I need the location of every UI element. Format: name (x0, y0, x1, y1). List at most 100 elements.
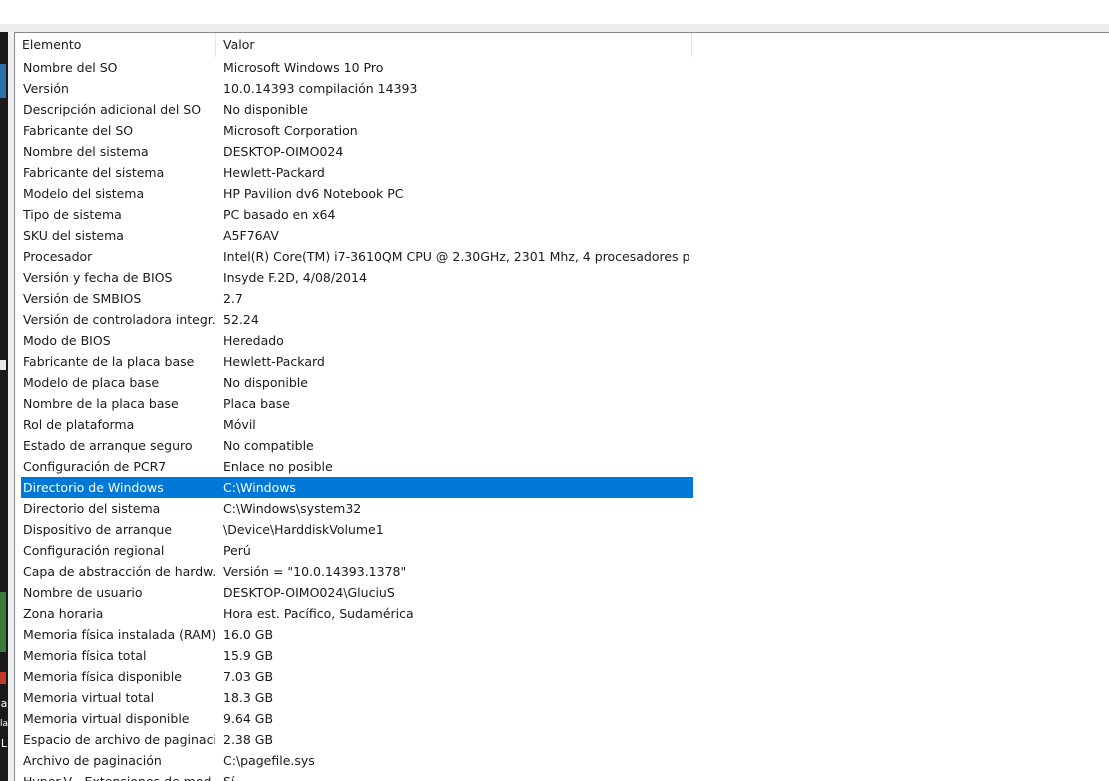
list-row[interactable]: Fabricante del SO Microsoft Corporation (21, 120, 693, 141)
list-row[interactable]: Fabricante del sistema Hewlett-Packard (21, 162, 693, 183)
cell-elemento: Versión y fecha de BIOS (23, 270, 173, 285)
cell-elemento: Fabricante del SO (23, 123, 134, 138)
cell-valor: Microsoft Corporation (223, 123, 358, 138)
column-header-valor[interactable]: Valor (216, 33, 692, 57)
list-row[interactable]: Versión 10.0.14393 compilación 14393 (21, 78, 693, 99)
column-header-elemento[interactable]: Elemento (15, 33, 216, 57)
list-row[interactable]: Versión y fecha de BIOS Insyde F.2D, 4/08… (21, 267, 693, 288)
cell-elemento: Versión de SMBIOS (23, 291, 142, 306)
cell-valor: Hora est. Pacífico, Sudamérica (223, 606, 414, 621)
cell-valor: No compatible (223, 438, 314, 453)
list-row[interactable]: Memoria física instalada (RAM) 16.0 GB (21, 624, 693, 645)
cell-elemento: Procesador (23, 249, 93, 264)
cell-elemento: Nombre del sistema (23, 144, 149, 159)
list-row[interactable]: Capa de abstracción de hardw... Versión =… (21, 561, 693, 582)
cell-valor: DESKTOP-OIMO024 (223, 144, 344, 159)
list-row[interactable]: Archivo de paginación C:\pagefile.sys (21, 750, 693, 771)
cell-elemento: Modelo del sistema (23, 186, 145, 201)
edge-light-bar (0, 360, 6, 370)
cell-valor: 9.64 GB (223, 711, 274, 726)
cell-elemento: Espacio de archivo de paginaci... (23, 732, 215, 747)
list-row[interactable]: Nombre de la placa base Placa base (21, 393, 693, 414)
list-row[interactable]: Nombre del sistema DESKTOP-OIMO024 (21, 141, 693, 162)
edge-glyph-l: L (0, 737, 8, 750)
list-row[interactable]: Memoria física disponible 7.03 GB (21, 666, 693, 687)
cell-valor: Móvil (223, 417, 256, 432)
cell-valor: \Device\HarddiskVolume1 (223, 522, 384, 537)
list-row[interactable]: Fabricante de la placa base Hewlett-Packa… (21, 351, 693, 372)
list-row[interactable]: Nombre de usuario DESKTOP-OIMO024\GluciuS (21, 582, 693, 603)
list-row[interactable]: SKU del sistema A5F76AV (21, 225, 693, 246)
list-row[interactable]: Modelo de placa base No disponible (21, 372, 693, 393)
cell-valor: Insyde F.2D, 4/08/2014 (223, 270, 367, 285)
cell-elemento: Fabricante de la placa base (23, 354, 195, 369)
cell-elemento: Hyper-V - Extensiones de mod... (23, 771, 215, 781)
cell-valor: 2.7 (223, 291, 243, 306)
list-row[interactable]: Configuración de PCR7 Enlace no posible (21, 456, 693, 477)
cell-elemento: Memoria física total (23, 648, 147, 663)
edge-glyph-a: a (0, 697, 8, 710)
list-row[interactable]: Modo de BIOS Heredado (21, 330, 693, 351)
edge-blue-strip (0, 64, 6, 98)
list-row[interactable]: Estado de arranque seguro No compatible (21, 435, 693, 456)
list-row[interactable]: Hyper-V - Extensiones de mod... Sí (21, 771, 693, 781)
list-row-selected[interactable]: Directorio de Windows C:\Windows (21, 477, 693, 498)
list-row[interactable]: Memoria virtual total 18.3 GB (21, 687, 693, 708)
list-row[interactable]: Versión de controladora integr... 52.24 (21, 309, 693, 330)
cell-elemento: Nombre de usuario (23, 585, 143, 600)
cell-elemento: Fabricante del sistema (23, 165, 165, 180)
cell-elemento: Descripción adicional del SO (23, 102, 202, 117)
cell-elemento: Dispositivo de arranque (23, 522, 173, 537)
list-row[interactable]: Tipo de sistema PC basado en x64 (21, 204, 693, 225)
cell-elemento: Versión (23, 81, 69, 96)
window-top-area (0, 0, 1109, 24)
list-header: Elemento Valor (15, 33, 692, 57)
list-row[interactable]: Zona horaria Hora est. Pacífico, Sudaméri… (21, 603, 693, 624)
cell-valor: 7.03 GB (223, 669, 274, 684)
list-row[interactable]: Nombre del SO Microsoft Windows 10 Pro (21, 57, 693, 78)
cell-valor: 16.0 GB (223, 627, 274, 642)
cell-elemento: Configuración regional (23, 543, 165, 558)
cell-valor: C:\Windows\system32 (223, 501, 362, 516)
cell-elemento: Rol de plataforma (23, 417, 135, 432)
list-row[interactable]: Modelo del sistema HP Pavilion dv6 Notebo… (21, 183, 693, 204)
cell-elemento: Capa de abstracción de hardw... (23, 564, 215, 579)
background-window-edge: a la L (0, 32, 8, 781)
list-row[interactable]: Versión de SMBIOS 2.7 (21, 288, 693, 309)
cell-valor: Sí (223, 771, 689, 781)
cell-valor: 2.38 GB (223, 732, 274, 747)
cell-valor: No disponible (223, 375, 308, 390)
list-row[interactable]: Rol de plataforma Móvil (21, 414, 693, 435)
cell-valor: A5F76AV (223, 228, 279, 243)
cell-elemento: Memoria virtual total (23, 690, 155, 705)
list-row[interactable]: Memoria física total 15.9 GB (21, 645, 693, 666)
cell-elemento: Versión de controladora integr... (23, 312, 215, 327)
cell-valor: C:\Windows (223, 480, 296, 495)
list-rows: Nombre del SO Microsoft Windows 10 Pro Ver… (21, 57, 693, 781)
cell-elemento: Archivo de paginación (23, 753, 162, 768)
cell-elemento: Memoria física instalada (RAM) (23, 627, 215, 642)
list-row[interactable]: Dispositivo de arranque \Device\HarddiskV… (21, 519, 693, 540)
cell-valor: Perú (223, 543, 251, 558)
list-row[interactable]: Directorio del sistema C:\Windows\system3… (21, 498, 693, 519)
cell-valor: HP Pavilion dv6 Notebook PC (223, 186, 404, 201)
cell-valor: DESKTOP-OIMO024\GluciuS (223, 585, 395, 600)
cell-elemento: Memoria virtual disponible (23, 711, 190, 726)
cell-valor: Hewlett-Packard (223, 165, 325, 180)
cell-elemento: Nombre del SO (23, 60, 118, 75)
list-row[interactable]: Configuración regional Perú (21, 540, 693, 561)
list-row[interactable]: Procesador Intel(R) Core(TM) i7-3610QM CP… (21, 246, 693, 267)
list-row[interactable]: Memoria virtual disponible 9.64 GB (21, 708, 693, 729)
list-row[interactable]: Descripción adicional del SO No disponibl… (21, 99, 693, 120)
cell-valor: No disponible (223, 102, 308, 117)
cell-valor: Intel(R) Core(TM) i7-3610QM CPU @ 2.30GH… (223, 249, 689, 264)
cell-elemento: Memoria física disponible (23, 669, 182, 684)
list-row[interactable]: Espacio de archivo de paginaci... 2.38 GB (21, 729, 693, 750)
edge-glyph-la: la (0, 719, 8, 729)
top-separator (0, 24, 1109, 32)
cell-elemento: Modo de BIOS (23, 333, 111, 348)
cell-valor: Enlace no posible (223, 459, 333, 474)
cell-valor: Hewlett-Packard (223, 354, 325, 369)
cell-valor: Placa base (223, 396, 290, 411)
system-summary-list[interactable]: Elemento Valor Nombre del SO Microsoft Wi… (14, 32, 1109, 781)
